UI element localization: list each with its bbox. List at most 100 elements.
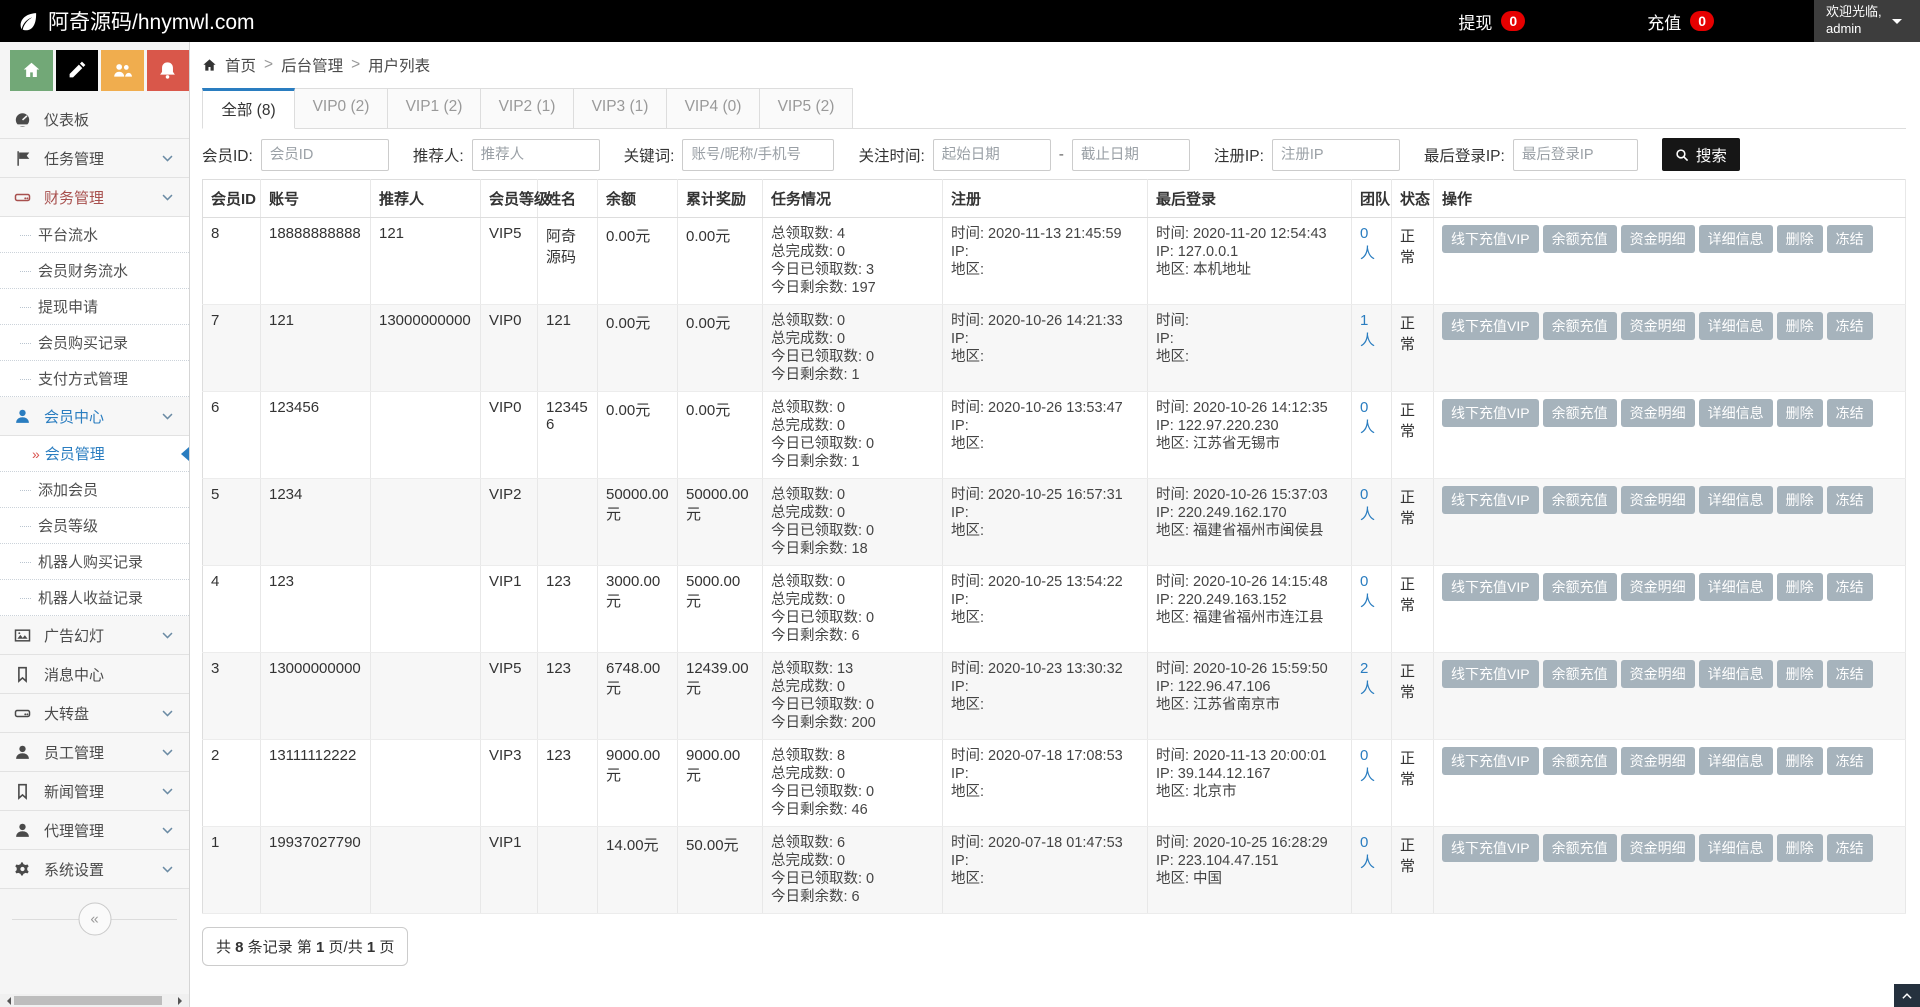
sidebar-item-系统设置[interactable]: 系统设置 <box>0 850 189 889</box>
action-button-删除[interactable]: 删除 <box>1777 399 1823 427</box>
sidebar-subitem-机器人购买记录[interactable]: 机器人购买记录 <box>0 544 189 580</box>
quick-bell-button[interactable] <box>147 50 190 91</box>
action-button-删除[interactable]: 删除 <box>1777 747 1823 775</box>
team-link[interactable]: 0人 <box>1360 747 1375 784</box>
sidebar-subitem-平台流水[interactable]: 平台流水 <box>0 217 189 253</box>
sidebar-item-广告幻灯[interactable]: 广告幻灯 <box>0 616 189 655</box>
sidebar-subitem-会员购买记录[interactable]: 会员购买记录 <box>0 325 189 361</box>
sidebar-subitem-添加会员[interactable]: 添加会员 <box>0 472 189 508</box>
sidebar-subitem-支付方式管理[interactable]: 支付方式管理 <box>0 361 189 397</box>
sidebar-subitem-提现申请[interactable]: 提现申请 <box>0 289 189 325</box>
action-button-线下充值VIP[interactable]: 线下充值VIP <box>1442 312 1539 340</box>
team-link[interactable]: 0人 <box>1360 486 1375 523</box>
action-button-冻结[interactable]: 冻结 <box>1827 747 1873 775</box>
action-button-余额充值[interactable]: 余额充值 <box>1543 747 1617 775</box>
sidebar-item-会员中心[interactable]: 会员中心 <box>0 397 189 436</box>
action-button-详细信息[interactable]: 详细信息 <box>1699 225 1773 253</box>
sidebar-subitem-会员等级[interactable]: 会员等级 <box>0 508 189 544</box>
action-button-资金明细[interactable]: 资金明细 <box>1621 573 1695 601</box>
action-button-详细信息[interactable]: 详细信息 <box>1699 312 1773 340</box>
sidebar-subitem-会员管理[interactable]: »会员管理 <box>0 436 189 472</box>
action-button-删除[interactable]: 删除 <box>1777 573 1823 601</box>
action-button-冻结[interactable]: 冻结 <box>1827 312 1873 340</box>
action-button-资金明细[interactable]: 资金明细 <box>1621 486 1695 514</box>
action-button-余额充值[interactable]: 余额充值 <box>1543 399 1617 427</box>
action-button-冻结[interactable]: 冻结 <box>1827 660 1873 688</box>
recharge-menu[interactable]: 充值 0 <box>1647 9 1714 34</box>
action-button-资金明细[interactable]: 资金明细 <box>1621 747 1695 775</box>
team-link[interactable]: 0人 <box>1360 225 1375 262</box>
action-button-余额充值[interactable]: 余额充值 <box>1543 312 1617 340</box>
team-link[interactable]: 1人 <box>1360 312 1375 349</box>
team-link[interactable]: 0人 <box>1360 399 1375 436</box>
action-button-冻结[interactable]: 冻结 <box>1827 486 1873 514</box>
sidebar-horizontal-scrollbar[interactable] <box>0 994 189 1007</box>
team-link[interactable]: 0人 <box>1360 834 1375 871</box>
tab-VIP5[interactable]: VIP5 (2) <box>760 88 853 129</box>
tab-VIP4[interactable]: VIP4 (0) <box>667 88 760 129</box>
sidebar-item-代理管理[interactable]: 代理管理 <box>0 811 189 850</box>
action-button-冻结[interactable]: 冻结 <box>1827 834 1873 862</box>
action-button-冻结[interactable]: 冻结 <box>1827 225 1873 253</box>
tab-VIP3[interactable]: VIP3 (1) <box>574 88 667 129</box>
withdraw-menu[interactable]: 提现 0 <box>1458 9 1525 34</box>
quick-users-button[interactable] <box>101 50 144 91</box>
action-button-线下充值VIP[interactable]: 线下充值VIP <box>1442 486 1539 514</box>
sidebar-subitem-机器人收益记录[interactable]: 机器人收益记录 <box>0 580 189 616</box>
action-button-线下充值VIP[interactable]: 线下充值VIP <box>1442 573 1539 601</box>
action-button-冻结[interactable]: 冻结 <box>1827 573 1873 601</box>
scroll-left-arrow-icon[interactable] <box>3 997 11 1005</box>
action-button-详细信息[interactable]: 详细信息 <box>1699 486 1773 514</box>
tab-VIP2[interactable]: VIP2 (1) <box>481 88 574 129</box>
action-button-余额充值[interactable]: 余额充值 <box>1543 486 1617 514</box>
filter-input-截止日期[interactable] <box>1072 139 1190 171</box>
action-button-线下充值VIP[interactable]: 线下充值VIP <box>1442 225 1539 253</box>
sidebar-item-大转盘[interactable]: 大转盘 <box>0 694 189 733</box>
action-button-线下充值VIP[interactable]: 线下充值VIP <box>1442 747 1539 775</box>
action-button-详细信息[interactable]: 详细信息 <box>1699 573 1773 601</box>
tab-VIP0[interactable]: VIP0 (2) <box>295 88 388 129</box>
breadcrumb-item[interactable]: 首页 <box>225 54 256 76</box>
filter-input-账号/昵称/手机号[interactable] <box>682 139 834 171</box>
action-button-线下充值VIP[interactable]: 线下充值VIP <box>1442 834 1539 862</box>
search-button[interactable]: 搜索 <box>1662 138 1740 171</box>
sidebar-subitem-会员财务流水[interactable]: 会员财务流水 <box>0 253 189 289</box>
sidebar-item-新闻管理[interactable]: 新闻管理 <box>0 772 189 811</box>
admin-user-dropdown[interactable]: 欢迎光临, admin <box>1814 0 1920 42</box>
action-button-余额充值[interactable]: 余额充值 <box>1543 573 1617 601</box>
quick-home-button[interactable] <box>10 50 53 91</box>
filter-input-最后登录IP[interactable] <box>1513 139 1638 171</box>
action-button-删除[interactable]: 删除 <box>1777 660 1823 688</box>
action-button-线下充值VIP[interactable]: 线下充值VIP <box>1442 399 1539 427</box>
sidebar-collapse-button[interactable]: « <box>78 903 111 936</box>
filter-input-起始日期[interactable] <box>933 139 1051 171</box>
team-link[interactable]: 2人 <box>1360 660 1375 697</box>
action-button-详细信息[interactable]: 详细信息 <box>1699 834 1773 862</box>
action-button-删除[interactable]: 删除 <box>1777 312 1823 340</box>
back-to-top-button[interactable] <box>1894 984 1920 1007</box>
action-button-资金明细[interactable]: 资金明细 <box>1621 312 1695 340</box>
action-button-资金明细[interactable]: 资金明细 <box>1621 225 1695 253</box>
quick-pencil-button[interactable] <box>56 50 99 91</box>
action-button-删除[interactable]: 删除 <box>1777 225 1823 253</box>
sidebar-item-仪表板[interactable]: 仪表板 <box>0 100 189 139</box>
sidebar-item-消息中心[interactable]: 消息中心 <box>0 655 189 694</box>
sidebar-item-任务管理[interactable]: 任务管理 <box>0 139 189 178</box>
action-button-余额充值[interactable]: 余额充值 <box>1543 834 1617 862</box>
action-button-详细信息[interactable]: 详细信息 <box>1699 399 1773 427</box>
sidebar-item-财务管理[interactable]: 财务管理 <box>0 178 189 217</box>
team-link[interactable]: 0人 <box>1360 573 1375 610</box>
filter-input-会员ID[interactable] <box>261 139 389 171</box>
action-button-冻结[interactable]: 冻结 <box>1827 399 1873 427</box>
action-button-详细信息[interactable]: 详细信息 <box>1699 747 1773 775</box>
action-button-资金明细[interactable]: 资金明细 <box>1621 660 1695 688</box>
action-button-资金明细[interactable]: 资金明细 <box>1621 834 1695 862</box>
breadcrumb-item[interactable]: 后台管理 <box>281 54 343 76</box>
scrollbar-thumb[interactable] <box>14 996 162 1005</box>
tab-全部[interactable]: 全部 (8) <box>202 88 295 129</box>
action-button-线下充值VIP[interactable]: 线下充值VIP <box>1442 660 1539 688</box>
tab-VIP1[interactable]: VIP1 (2) <box>388 88 481 129</box>
action-button-删除[interactable]: 删除 <box>1777 486 1823 514</box>
action-button-资金明细[interactable]: 资金明细 <box>1621 399 1695 427</box>
action-button-余额充值[interactable]: 余额充值 <box>1543 660 1617 688</box>
